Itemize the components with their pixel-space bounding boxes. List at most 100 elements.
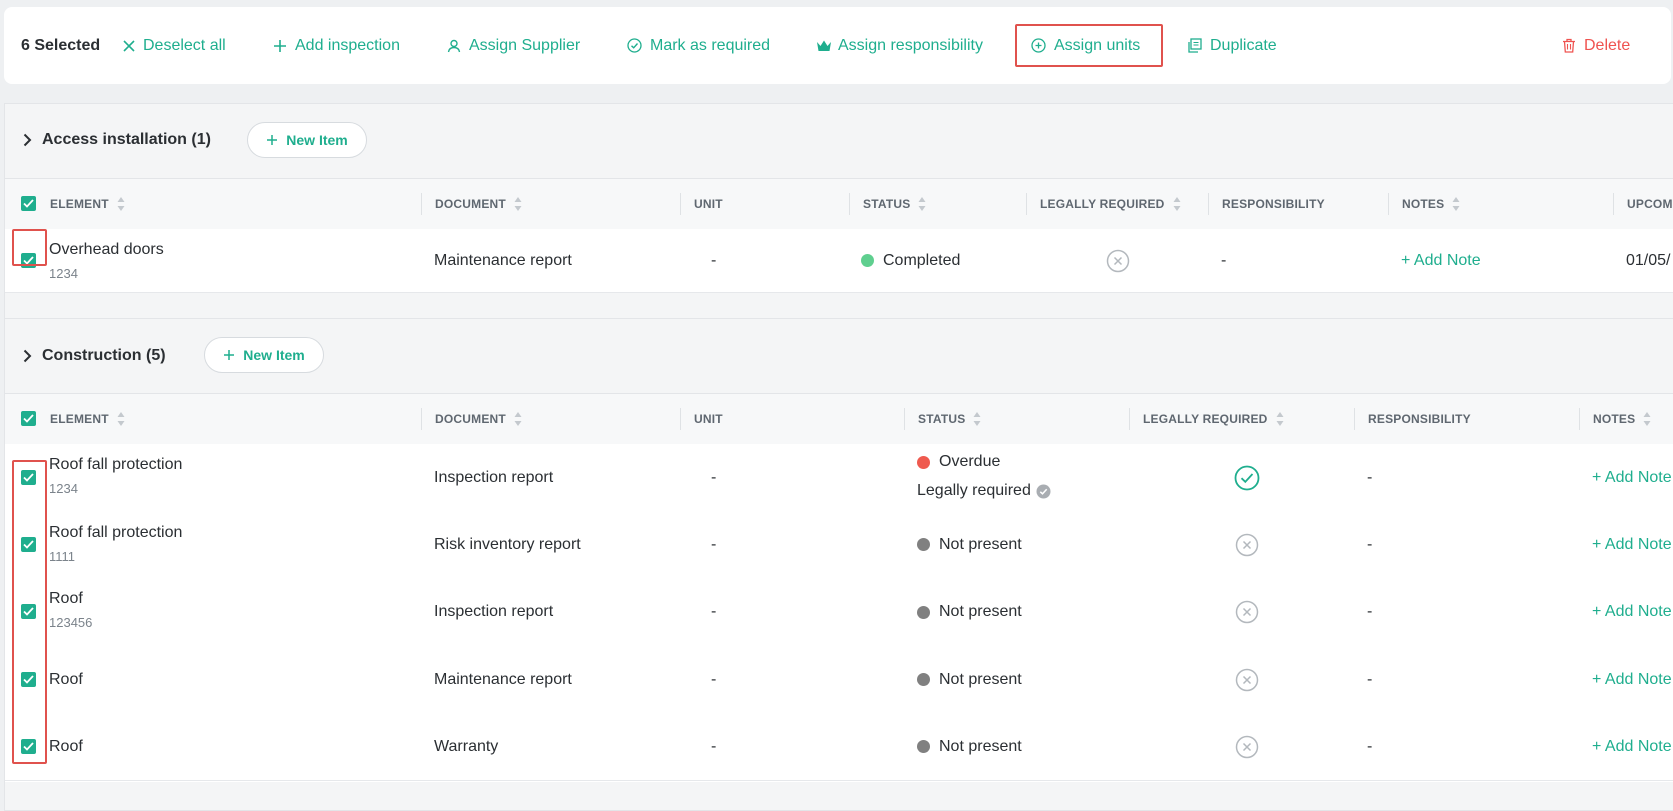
- column-header-unit: UNIT: [694, 179, 723, 229]
- column-header-legally-required[interactable]: LEGALLY REQUIRED: [1040, 179, 1181, 229]
- sort-icon: [1452, 197, 1460, 211]
- table-row[interactable]: Roof fall protection 1234 Inspection rep…: [5, 444, 1673, 512]
- highlight-row-checkbox: [12, 229, 47, 266]
- add-note-link[interactable]: + Add Note: [1592, 444, 1672, 511]
- column-label: ELEMENT: [50, 197, 109, 211]
- add-note-link[interactable]: + Add Note: [1592, 578, 1672, 646]
- column-label: STATUS: [918, 412, 966, 426]
- column-header-upcoming[interactable]: UPCOM: [1627, 179, 1673, 229]
- select-all-checkbox[interactable]: [21, 411, 36, 426]
- column-header-notes[interactable]: NOTES: [1593, 394, 1651, 444]
- select-all-checkbox[interactable]: [21, 196, 36, 211]
- legally-required-cell: [1106, 229, 1130, 292]
- element-name[interactable]: Roof fall protection: [49, 524, 182, 542]
- table-row[interactable]: Roof Maintenance report - Not present - …: [5, 646, 1673, 714]
- sort-icon: [117, 197, 125, 211]
- sort-icon: [514, 197, 522, 211]
- status-dot: [917, 538, 930, 551]
- document-cell[interactable]: Warranty: [434, 713, 498, 780]
- x-circle-icon: [1106, 249, 1130, 272]
- chevron-right-icon: [23, 133, 32, 147]
- column-header-element[interactable]: ELEMENT: [50, 179, 125, 229]
- add-note-link[interactable]: + Add Note: [1401, 229, 1481, 292]
- table-row[interactable]: Roof Warranty - Not present - + Add Note: [5, 713, 1673, 781]
- status-note-line: Legally required: [917, 481, 1051, 501]
- assign-supplier-button[interactable]: Assign Supplier: [447, 7, 580, 84]
- element-name[interactable]: Roof fall protection: [49, 456, 182, 474]
- section-toggle[interactable]: Access installation (1): [23, 120, 211, 160]
- column-header-legally-required[interactable]: LEGALLY REQUIRED: [1143, 394, 1284, 444]
- unit-cell: -: [711, 670, 717, 688]
- add-note-link[interactable]: + Add Note: [1592, 713, 1672, 780]
- column-header-element[interactable]: ELEMENT: [50, 394, 125, 444]
- table-row[interactable]: Overhead doors 1234 Maintenance report -…: [5, 229, 1673, 293]
- delete-label: Delete: [1584, 36, 1631, 54]
- column-header-status[interactable]: STATUS: [918, 394, 981, 444]
- element-name[interactable]: Roof: [49, 590, 83, 608]
- delete-button[interactable]: Delete: [1562, 7, 1630, 84]
- column-header-notes[interactable]: NOTES: [1402, 179, 1460, 229]
- document-cell[interactable]: Inspection report: [434, 578, 553, 646]
- document-cell[interactable]: Inspection report: [434, 444, 553, 511]
- column-label: ELEMENT: [50, 412, 109, 426]
- duplicate-label: Duplicate: [1210, 36, 1277, 54]
- mark-as-required-button[interactable]: Mark as required: [627, 7, 770, 84]
- document-cell[interactable]: Maintenance report: [434, 646, 572, 713]
- unit-cell: -: [711, 535, 717, 553]
- column-label: UPCOM: [1627, 197, 1673, 211]
- section-toggle[interactable]: Construction (5): [23, 336, 166, 376]
- status-label: Not present: [939, 737, 1022, 755]
- check-circle-icon: [627, 38, 642, 53]
- element-name[interactable]: Roof: [49, 713, 83, 780]
- responsibility-cell: -: [1367, 535, 1373, 553]
- column-divider: [849, 193, 850, 215]
- table-header: ELEMENT DOCUMENT UNIT STATUS LEGALLY REQ…: [5, 393, 1673, 445]
- responsibility-cell: -: [1367, 603, 1373, 620]
- add-note-link[interactable]: + Add Note: [1592, 511, 1672, 578]
- plus-icon: [267, 135, 278, 145]
- section-access-installation: Access installation (1) New Item ELEMENT…: [4, 103, 1673, 320]
- column-divider: [1613, 193, 1614, 215]
- table-row[interactable]: Roof fall protection 1111 Risk inventory…: [5, 511, 1673, 579]
- document-cell[interactable]: Maintenance report: [434, 229, 572, 292]
- responsibility-cell: -: [1367, 468, 1373, 486]
- table-row[interactable]: Roof 123456 Inspection report - Not pres…: [5, 578, 1673, 647]
- responsibility-cell: -: [1221, 251, 1227, 269]
- column-divider: [1354, 408, 1355, 430]
- mark-as-required-label: Mark as required: [650, 36, 771, 54]
- sort-icon: [918, 197, 926, 211]
- assign-responsibility-button[interactable]: Assign responsibility: [816, 7, 983, 84]
- element-name[interactable]: Roof: [49, 646, 83, 713]
- status-dot: [917, 673, 930, 686]
- status-cell: Overdue Legally required: [917, 452, 1051, 501]
- column-label: LEGALLY REQUIRED: [1143, 412, 1268, 426]
- status-label: Not present: [939, 603, 1022, 620]
- status-cell: Completed: [861, 229, 960, 292]
- duplicate-button[interactable]: Duplicate: [1187, 7, 1277, 84]
- status-note: Legally required: [917, 482, 1031, 499]
- element-code: 1234: [49, 481, 78, 496]
- table-header: ELEMENT DOCUMENT UNIT STATUS LEGALLY REQ…: [5, 178, 1673, 230]
- column-label: RESPONSIBILITY: [1222, 197, 1325, 211]
- document-cell[interactable]: Risk inventory report: [434, 511, 581, 578]
- sort-icon: [973, 412, 981, 426]
- element-name[interactable]: Overhead doors: [49, 241, 164, 259]
- column-label: DOCUMENT: [435, 412, 506, 426]
- column-header-responsibility: RESPONSIBILITY: [1368, 394, 1471, 444]
- element-code: 123456: [49, 615, 93, 630]
- deselect-all-button[interactable]: Deselect all: [123, 7, 226, 84]
- column-header-status[interactable]: STATUS: [863, 179, 926, 229]
- new-item-button[interactable]: New Item: [204, 337, 324, 373]
- add-note-link[interactable]: + Add Note: [1592, 646, 1672, 713]
- column-label: UNIT: [694, 412, 723, 426]
- crown-icon: [817, 40, 831, 51]
- column-header-document[interactable]: DOCUMENT: [435, 179, 522, 229]
- column-header-document[interactable]: DOCUMENT: [435, 394, 522, 444]
- sort-icon: [1643, 412, 1651, 426]
- new-item-button[interactable]: New Item: [247, 122, 367, 158]
- add-inspection-button[interactable]: Add inspection: [273, 7, 400, 84]
- deselect-all-label: Deselect all: [143, 36, 226, 54]
- status-line: Overdue: [917, 452, 1051, 472]
- copy-icon: [1188, 38, 1202, 53]
- status-dot: [861, 254, 874, 267]
